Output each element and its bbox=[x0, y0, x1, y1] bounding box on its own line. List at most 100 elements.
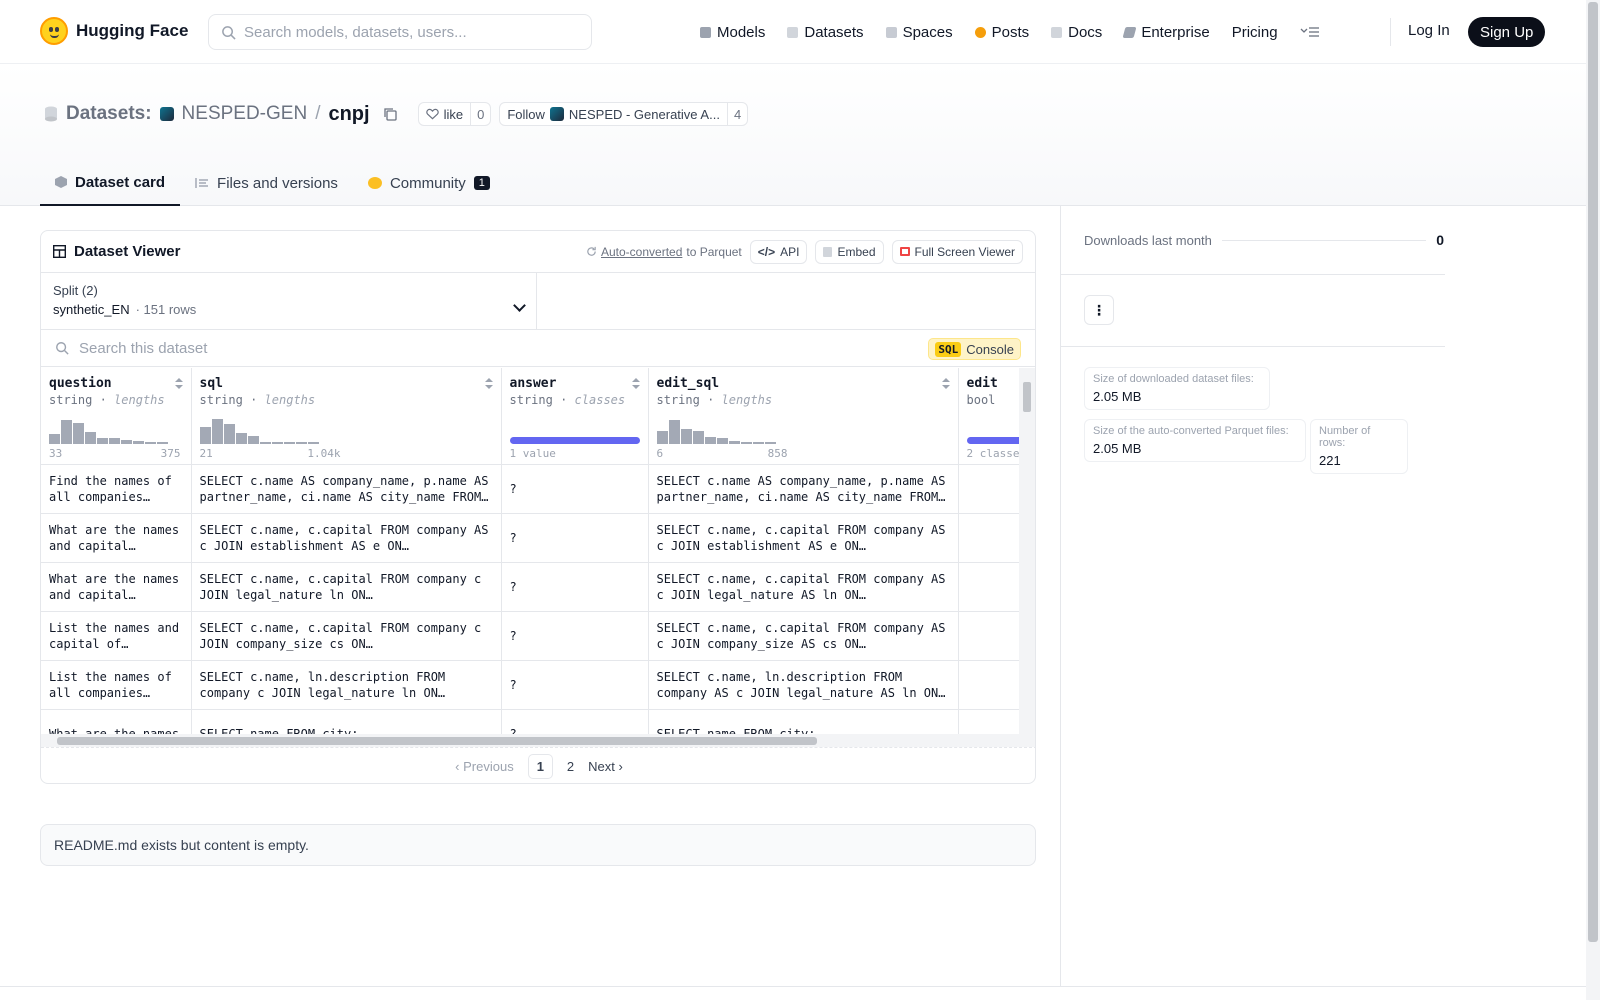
brand-logo-link[interactable]: Hugging Face bbox=[40, 17, 188, 45]
next-page-button[interactable]: Next › bbox=[588, 759, 623, 774]
histogram-bar bbox=[73, 422, 84, 444]
table-cell[interactable]: ? bbox=[501, 709, 649, 734]
login-link[interactable]: Log In bbox=[1408, 22, 1450, 39]
repo-name-link[interactable]: cnpj bbox=[328, 103, 369, 126]
split-label: Split (2) bbox=[53, 283, 98, 298]
table-cell[interactable]: SELECT c.name, c.capital FROM company AS… bbox=[648, 562, 959, 612]
table-row[interactable]: Find the names of all companies that… SE… bbox=[41, 464, 1021, 514]
column-header-sql[interactable]: sql string · lengths 21 1.04k bbox=[191, 368, 502, 465]
refresh-icon bbox=[587, 246, 596, 256]
follow-org-name: NESPED - Generative A... bbox=[568, 106, 720, 122]
table-cell[interactable]: SELECT name FROM city; bbox=[191, 709, 502, 734]
table-cell[interactable]: SELECT c.name, c.capital FROM company AS… bbox=[648, 611, 959, 661]
table-cell[interactable]: Find the names of all companies that… bbox=[41, 464, 192, 514]
table-vertical-scrollbar[interactable] bbox=[1019, 368, 1035, 734]
table-cell[interactable]: SELECT c.name AS company_name, p.name AS… bbox=[648, 464, 959, 514]
table-row[interactable]: List the names of all companies with… SE… bbox=[41, 660, 1021, 710]
nav-pricing-label: Pricing bbox=[1231, 23, 1278, 41]
tab-dataset-card[interactable]: Dataset card bbox=[40, 160, 181, 206]
table-cell[interactable] bbox=[958, 562, 1021, 612]
page-1-button[interactable]: 1 bbox=[527, 754, 553, 779]
follow-button[interactable]: Follow NESPED - Generative A... 4 bbox=[499, 102, 749, 126]
viewer-title-text: Dataset Viewer bbox=[74, 243, 181, 260]
scrollbar-thumb[interactable] bbox=[1023, 382, 1031, 412]
histogram-bar bbox=[133, 440, 144, 444]
full-screen-viewer-button[interactable]: Full Screen Viewer bbox=[891, 239, 1023, 264]
column-name: edit bbox=[966, 376, 998, 391]
table-cell[interactable]: SELECT c.name, c.capital FROM company AS… bbox=[648, 513, 959, 563]
nav-spaces-link[interactable]: Spaces bbox=[885, 16, 953, 48]
length-histogram bbox=[49, 416, 168, 444]
scrollbar-thumb[interactable] bbox=[57, 737, 817, 745]
signup-button[interactable]: Sign Up bbox=[1468, 17, 1546, 47]
sort-icon[interactable] bbox=[941, 378, 950, 390]
table-row[interactable]: What are the names and capital amount… S… bbox=[41, 562, 1021, 612]
sort-icon[interactable] bbox=[631, 378, 640, 390]
table-cell[interactable] bbox=[958, 709, 1021, 734]
scrollbar-thumb[interactable] bbox=[1588, 2, 1598, 942]
column-header-edit[interactable]: edit bool 2 classes bbox=[958, 368, 1021, 465]
table-cell[interactable]: SELECT c.name, c.capital FROM company c … bbox=[191, 611, 502, 661]
copy-icon[interactable] bbox=[382, 106, 398, 122]
table-cell[interactable] bbox=[958, 513, 1021, 563]
length-histogram bbox=[656, 416, 776, 444]
table-cell[interactable]: SELECT name FROM city; bbox=[648, 709, 959, 734]
nav-docs-link[interactable]: Docs bbox=[1051, 16, 1102, 48]
like-button[interactable]: like 0 bbox=[417, 102, 492, 126]
column-header-edit-sql[interactable]: edit_sql string · lengths 6 858 bbox=[648, 368, 959, 465]
table-cell[interactable]: ? bbox=[501, 513, 649, 563]
nav-enterprise-label: Enterprise bbox=[1141, 23, 1210, 41]
table-row[interactable]: What are the names SELECT name FROM city… bbox=[41, 709, 1021, 734]
table-row[interactable]: What are the names and capital amount… S… bbox=[41, 513, 1021, 563]
table-cell[interactable]: List the names of all companies with… bbox=[41, 660, 192, 710]
community-count-badge: 1 bbox=[473, 176, 490, 190]
tab-community[interactable]: Community 1 bbox=[353, 160, 505, 206]
table-cell[interactable]: ? bbox=[501, 562, 649, 612]
page-scrollbar[interactable] bbox=[1586, 0, 1600, 1000]
table-cell[interactable]: What are the names and capital amount… bbox=[41, 513, 192, 563]
table-cell[interactable]: ? bbox=[501, 611, 649, 661]
nav-posts-link[interactable]: Posts bbox=[974, 16, 1029, 48]
split-row: Split (2) synthetic_EN · 151 rows bbox=[41, 273, 1035, 330]
table-cell[interactable]: List the names and capital of… bbox=[41, 611, 192, 661]
table-cell[interactable]: SELECT c.name, c.capital FROM company c … bbox=[191, 562, 502, 612]
dataset-icon bbox=[45, 106, 57, 122]
table-cell[interactable]: SELECT c.name AS company_name, p.name AS… bbox=[191, 464, 502, 514]
page-2-button[interactable]: 2 bbox=[567, 759, 574, 774]
global-search-input[interactable]: Search models, datasets, users... bbox=[208, 14, 592, 50]
sql-console-button[interactable]: SQL Console bbox=[928, 338, 1021, 360]
table-cell[interactable] bbox=[958, 611, 1021, 661]
sort-icon[interactable] bbox=[484, 378, 493, 390]
nav-enterprise-link[interactable]: Enterprise bbox=[1122, 16, 1210, 48]
nav-datasets-link[interactable]: Datasets bbox=[787, 16, 864, 48]
tab-files-and-versions[interactable]: Files and versions bbox=[180, 160, 353, 206]
dataset-search-input[interactable]: Search this dataset SQL Console bbox=[41, 330, 1035, 367]
stat-label: Number of rows: bbox=[1319, 425, 1371, 449]
table-row[interactable]: List the names and capital of… SELECT c.… bbox=[41, 611, 1021, 661]
org-link[interactable]: NESPED-GEN bbox=[182, 103, 308, 125]
table-cell[interactable]: SELECT c.name, ln.description FROM compa… bbox=[191, 660, 502, 710]
auto-converted-link[interactable]: Auto-converted bbox=[601, 245, 682, 259]
table-cell[interactable]: ? bbox=[501, 660, 649, 710]
column-header-question[interactable]: question string · lengths 33 375 bbox=[41, 368, 192, 465]
nav-models-link[interactable]: Models bbox=[700, 16, 765, 48]
table-cell[interactable]: SELECT c.name, c.capital FROM company AS… bbox=[191, 513, 502, 563]
downloads-stat: Downloads last month 0 bbox=[1084, 232, 1444, 248]
column-header-answer[interactable]: answer string · classes 1 value bbox=[501, 368, 649, 465]
table-cell[interactable]: What are the names and capital amount… bbox=[41, 562, 192, 612]
table-cell[interactable]: What are the names bbox=[41, 709, 192, 734]
nav-pricing-link[interactable]: Pricing bbox=[1232, 16, 1278, 48]
table-cell[interactable]: ? bbox=[501, 464, 649, 514]
previous-page-button[interactable]: ‹ Previous bbox=[455, 759, 514, 774]
table-cell[interactable] bbox=[958, 464, 1021, 514]
api-button[interactable]: </> API bbox=[749, 239, 808, 264]
split-selector[interactable]: Split (2) synthetic_EN · 151 rows bbox=[41, 273, 537, 329]
embed-button[interactable]: Embed bbox=[815, 239, 884, 264]
stat-number-of-rows: Number of rows: 221 bbox=[1310, 419, 1408, 474]
table-horizontal-scrollbar[interactable] bbox=[41, 734, 1035, 747]
nav-more-menu-button[interactable] bbox=[1300, 16, 1320, 48]
sort-icon[interactable] bbox=[174, 378, 183, 390]
more-options-button[interactable]: ⋮ bbox=[1084, 295, 1114, 325]
table-cell[interactable]: SELECT c.name, ln.description FROM compa… bbox=[648, 660, 959, 710]
table-cell[interactable] bbox=[958, 660, 1021, 710]
